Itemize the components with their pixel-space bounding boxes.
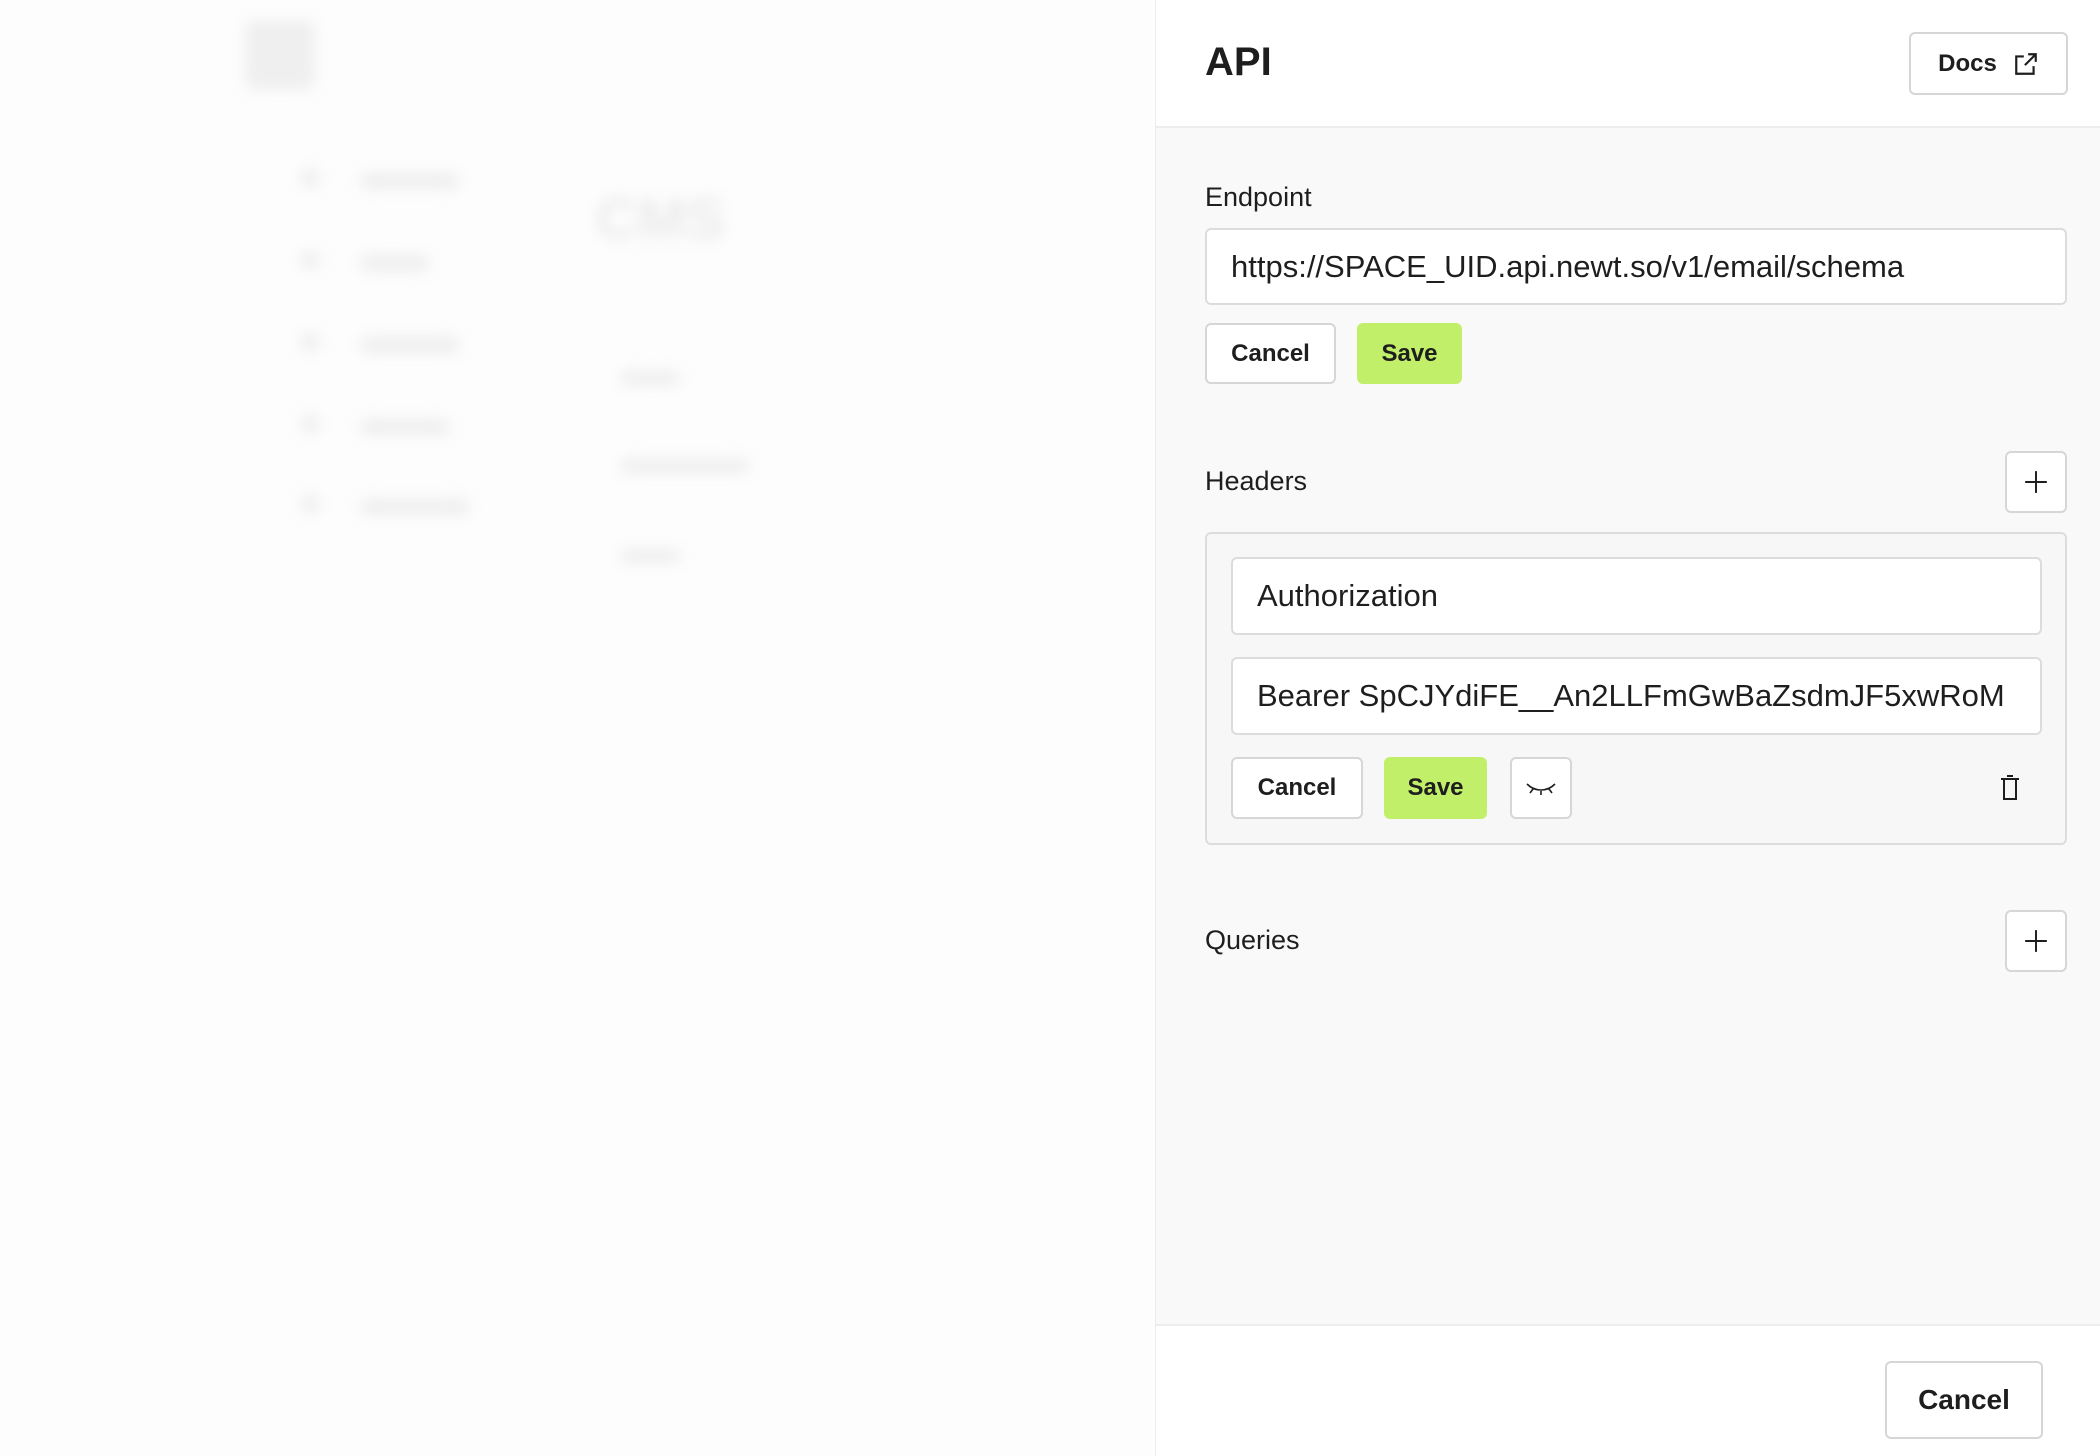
endpoint-cancel-button[interactable]: Cancel <box>1205 323 1336 384</box>
trash-icon[interactable] <box>1999 774 2021 802</box>
nav-icon <box>300 332 320 352</box>
nav-icon <box>300 494 320 514</box>
nav-icon <box>300 168 320 188</box>
nav-item <box>360 254 430 272</box>
panel-title: API <box>1205 40 1272 84</box>
docs-button[interactable]: Docs <box>1909 32 2068 95</box>
nav-item <box>360 172 460 190</box>
endpoint-label: Endpoint <box>1205 182 1312 212</box>
add-query-button[interactable] <box>2005 910 2067 972</box>
external-link-icon <box>2015 52 2037 75</box>
footer-cancel-button[interactable]: Cancel <box>1885 1361 2043 1439</box>
logo-placeholder <box>245 20 315 90</box>
add-header-button[interactable] <box>2005 451 2067 513</box>
header-key-input[interactable]: Authorization <box>1231 557 2042 635</box>
header-value-input[interactable]: Bearer SpCJYdiFE__An2LLFmGwBaZsdmJF5xwRo… <box>1231 657 2042 735</box>
endpoint-save-button[interactable]: Save <box>1357 323 1462 384</box>
list-item <box>620 370 680 386</box>
panel-header: API Docs <box>1156 0 2100 128</box>
nav-item <box>360 498 470 516</box>
nav-icon <box>300 414 320 434</box>
list-item <box>620 458 750 474</box>
panel-footer: Cancel <box>1156 1324 2100 1456</box>
eye-closed-icon <box>1526 783 1556 795</box>
header-save-button[interactable]: Save <box>1384 757 1487 819</box>
nav-item <box>360 336 460 354</box>
header-entry-card: Authorization Bearer SpCJYdiFE__An2LLFmG… <box>1205 532 2067 845</box>
header-cancel-button[interactable]: Cancel <box>1231 757 1363 819</box>
plus-icon <box>2025 930 2047 952</box>
docs-label: Docs <box>1938 49 1997 77</box>
plus-icon <box>2025 471 2047 493</box>
queries-label: Queries <box>1205 925 1300 955</box>
api-settings-panel: API Docs Endpoint https://SPACE_UID.api.… <box>1155 0 2100 1456</box>
nav-icon <box>300 250 320 270</box>
nav-item <box>360 418 450 436</box>
list-item <box>620 548 680 564</box>
endpoint-input[interactable]: https://SPACE_UID.api.newt.so/v1/email/s… <box>1205 228 2067 305</box>
blurred-background-app: CMS <box>0 0 1155 1456</box>
page-heading: CMS <box>596 187 725 252</box>
toggle-visibility-button[interactable] <box>1510 757 1572 819</box>
headers-label: Headers <box>1205 466 1308 496</box>
